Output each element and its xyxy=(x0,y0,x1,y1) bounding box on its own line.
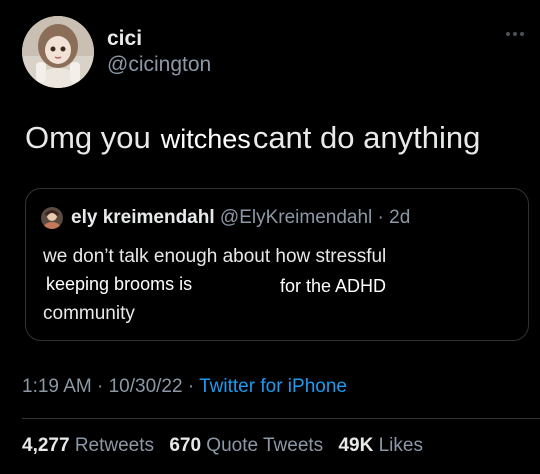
quoted-separator: · xyxy=(377,207,384,228)
quoted-tweet-card[interactable]: ely kreimendahl @ElyKreimendahl · 2d we … xyxy=(25,188,529,341)
avatar[interactable] xyxy=(22,16,94,88)
tweet-text: Omg you witchescant do anything xyxy=(25,118,480,159)
more-dots-icon[interactable] xyxy=(504,26,526,36)
likes-label: Likes xyxy=(378,435,423,456)
tweet-date[interactable]: 10/30/22 xyxy=(109,376,183,397)
tweet-meta: 1:19 AM · 10/30/22 · Twitter for iPhone xyxy=(22,375,347,399)
quote-tweets-count: 670 xyxy=(169,435,202,456)
quoted-age: 2d xyxy=(389,207,411,228)
quoted-text-line-1: we don’t talk enough about how stressful xyxy=(43,246,387,267)
likes-stat[interactable]: 49K Likes xyxy=(338,435,433,456)
quoted-text-overlay: keeping brooms is xyxy=(46,274,193,294)
tweet-time[interactable]: 1:19 AM xyxy=(22,376,92,397)
tweet-stats: 4,277 Retweets 670 Quote Tweets 49K Like… xyxy=(22,434,433,458)
retweets-stat[interactable]: 4,277 Retweets xyxy=(22,435,169,456)
likes-count: 49K xyxy=(338,435,374,456)
quote-tweets-label: Quote Tweets xyxy=(206,435,324,456)
divider xyxy=(22,418,540,419)
retweets-count: 4,277 xyxy=(22,435,70,456)
meta-separator: · xyxy=(97,376,104,397)
tweet-text-end: cant do anything xyxy=(252,120,481,155)
quoted-text-line-3: community xyxy=(43,303,135,324)
quote-tweets-stat[interactable]: 670 Quote Tweets xyxy=(169,435,338,456)
user-handle[interactable]: @cicington xyxy=(107,53,211,77)
quoted-text-line-2: for the ADHD xyxy=(280,276,387,296)
display-name[interactable]: cici xyxy=(107,27,142,51)
retweets-label: Retweets xyxy=(74,435,155,456)
meta-separator: · xyxy=(187,376,195,397)
quoted-author-avatar xyxy=(41,207,63,229)
tweet-text-start: Omg you xyxy=(25,120,151,155)
quoted-tweet-header: ely kreimendahl @ElyKreimendahl · 2d xyxy=(71,206,410,230)
tweet-source-link[interactable]: Twitter for iPhone xyxy=(199,376,347,397)
quoted-author-handle[interactable]: @ElyKreimendahl xyxy=(220,207,372,228)
tweet-text-overlay-word: witches xyxy=(160,124,251,154)
quoted-author-name[interactable]: ely kreimendahl xyxy=(71,207,215,228)
avatar-image xyxy=(22,16,94,88)
